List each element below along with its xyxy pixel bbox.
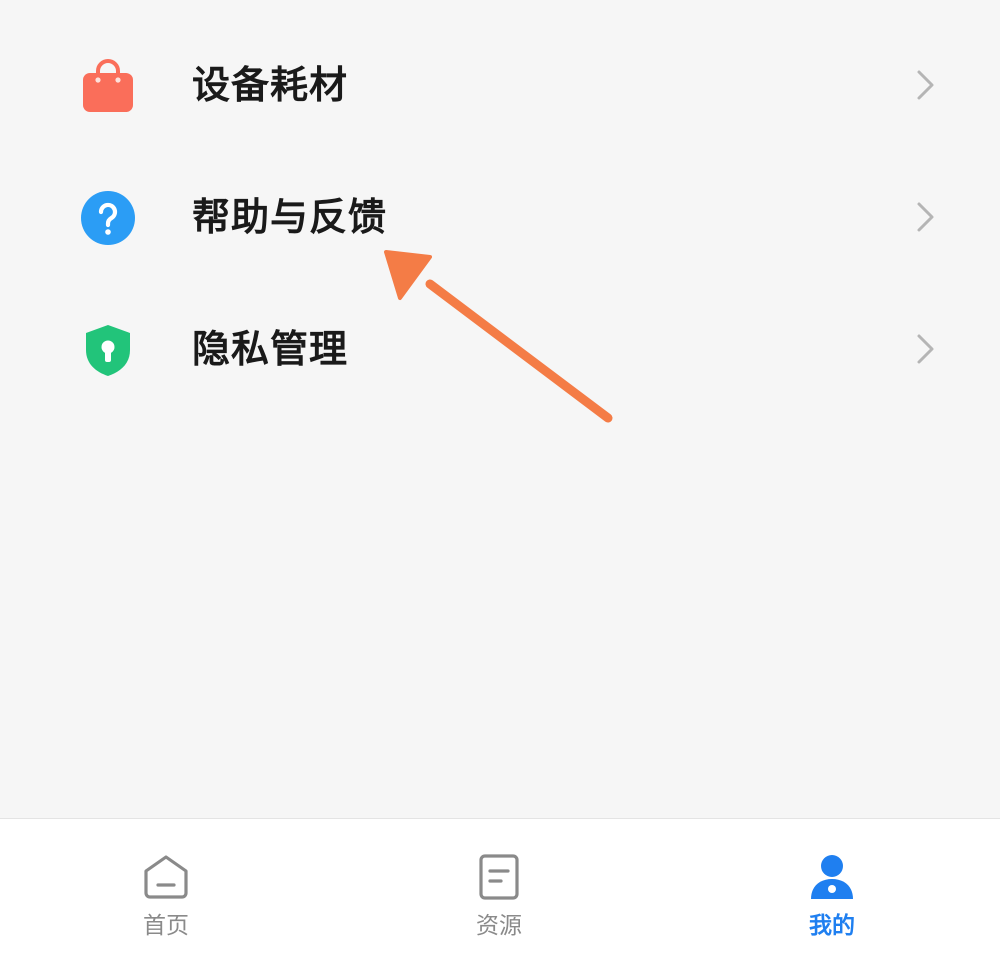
chevron-right-icon: [917, 202, 934, 232]
menu-item-device-supplies[interactable]: 设备耗材: [0, 18, 1000, 150]
menu-item-help-feedback[interactable]: 帮助与反馈: [0, 150, 1000, 282]
shopping-bag-icon: [83, 59, 133, 112]
menu-item-label: 帮助与反馈: [192, 195, 388, 239]
bottom-tab-bar: 首页 资源 我的: [0, 818, 1000, 977]
tab-label: 我的: [809, 913, 855, 939]
tab-home[interactable]: 首页: [66, 819, 266, 977]
chevron-right-icon: [917, 70, 934, 100]
tab-label: 首页: [143, 913, 189, 939]
tab-mine[interactable]: 我的: [732, 819, 932, 977]
menu-item-label: 设备耗材: [192, 63, 349, 107]
document-icon: [479, 854, 519, 900]
menu-item-label: 隐私管理: [192, 327, 349, 371]
tab-label: 资源: [476, 913, 522, 939]
chevron-right-icon: [917, 334, 934, 364]
help-question-icon: [81, 191, 135, 245]
tab-resources[interactable]: 资源: [399, 819, 599, 977]
user-icon: [811, 855, 853, 899]
menu-item-privacy-management[interactable]: 隐私管理: [0, 282, 1000, 414]
home-icon: [144, 855, 188, 899]
shield-lock-icon: [86, 325, 130, 376]
